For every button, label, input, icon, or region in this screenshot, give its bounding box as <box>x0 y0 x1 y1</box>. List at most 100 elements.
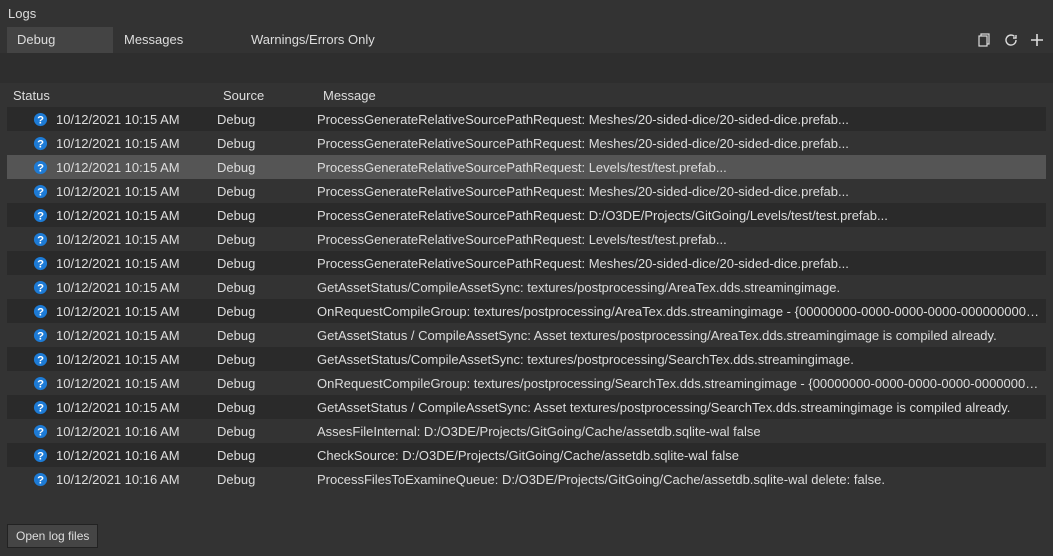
timestamp: 10/12/2021 10:16 AM <box>56 448 180 463</box>
cell-status: ? 10/12/2021 10:16 AM <box>7 424 217 439</box>
info-icon: ? <box>33 208 48 223</box>
open-log-files-button[interactable]: Open log files <box>7 524 98 548</box>
svg-text:?: ? <box>37 402 44 414</box>
cell-status: ?10/12/2021 10:15 AM <box>7 112 217 127</box>
copy-icon[interactable] <box>977 32 993 48</box>
table-row[interactable]: ?10/12/2021 10:15 AMDebugProcessGenerate… <box>7 251 1046 275</box>
svg-text:?: ? <box>37 186 44 198</box>
cell-message: ProcessGenerateRelativeSourcePathRequest… <box>317 160 1046 175</box>
cell-status: ? 10/12/2021 10:15 AM <box>7 208 217 223</box>
cell-source: Debug <box>217 400 317 415</box>
cell-status: ? 10/12/2021 10:15 AM <box>7 376 217 391</box>
svg-text:?: ? <box>37 234 44 246</box>
svg-text:?: ? <box>37 282 44 294</box>
col-header-message[interactable]: Message <box>317 88 1046 103</box>
cell-status: ? 10/12/2021 10:15 AM <box>7 400 217 415</box>
cell-source: Debug <box>217 136 317 151</box>
table-row[interactable]: ? 10/12/2021 10:16 AM DebugCheckSource: D:… <box>7 443 1046 467</box>
cell-source: Debug <box>217 160 317 175</box>
cell-message: ProcessGenerateRelativeSourcePathRequest… <box>317 232 1046 247</box>
timestamp: 10/12/2021 10:15 AM <box>56 352 180 367</box>
svg-text:?: ? <box>37 138 44 150</box>
table-row[interactable]: ?10/12/2021 10:15 AMDebugGetAssetStatus … <box>7 395 1046 419</box>
info-icon: ? <box>33 136 48 151</box>
cell-message: ProcessGenerateRelativeSourcePathRequest… <box>317 184 1046 199</box>
timestamp: 10/12/2021 10:15 AM <box>56 328 180 343</box>
cell-message: CheckSource: D:/O3DE/Projects/GitGoing/C… <box>317 448 1046 463</box>
cell-source: Debug <box>217 208 317 223</box>
svg-text:?: ? <box>37 306 44 318</box>
info-icon: ? <box>33 112 48 127</box>
svg-text:?: ? <box>37 330 44 342</box>
tab-debug[interactable]: Debug <box>7 27 113 53</box>
cell-source: Debug <box>217 304 317 319</box>
svg-text:?: ? <box>37 450 44 462</box>
cell-source: Debug <box>217 448 317 463</box>
svg-text:?: ? <box>37 378 44 390</box>
svg-text:?: ? <box>37 426 44 438</box>
info-icon: ? <box>33 304 48 319</box>
cell-source: Debug <box>217 112 317 127</box>
cell-status: ? 10/12/2021 10:15 AM <box>7 304 217 319</box>
cell-status: ? 10/12/2021 10:15 AM <box>7 256 217 271</box>
table-row[interactable]: ?10/12/2021 10:15 AMDebugProcessGenerate… <box>7 155 1046 179</box>
table-row[interactable]: ?10/12/2021 10:15 AMDebugGetAssetStatus … <box>7 323 1046 347</box>
table-row[interactable]: ?10/12/2021 10:15 AMDebugProcessGenerate… <box>7 203 1046 227</box>
refresh-icon[interactable] <box>1003 32 1019 48</box>
cell-source: Debug <box>217 376 317 391</box>
table-row[interactable]: ?10/12/2021 10:15 AMDebugProcessGenerate… <box>7 179 1046 203</box>
col-header-status[interactable]: Status <box>7 88 217 103</box>
timestamp: 10/12/2021 10:15 AM <box>56 232 180 247</box>
info-icon: ? <box>33 352 48 367</box>
cell-status: ?10/12/2021 10:15 AM <box>7 280 217 295</box>
timestamp: 10/12/2021 10:16 AM <box>56 472 180 487</box>
tab-bar: Debug Messages Warnings/Errors Only <box>0 27 1053 53</box>
svg-text:?: ? <box>37 474 44 486</box>
table-row[interactable]: ? 10/12/2021 10:15 AM DebugOnRequestCompil… <box>7 299 1046 323</box>
col-header-source[interactable]: Source <box>217 88 317 103</box>
svg-text:?: ? <box>37 258 44 270</box>
table-row[interactable]: ? 10/12/2021 10:15 AM DebugOnRequestCompil… <box>7 371 1046 395</box>
cell-message: OnRequestCompileGroup: textures/postproc… <box>317 304 1046 319</box>
table-row[interactable]: ? 10/12/2021 10:16 AM DebugProcessFilesToE… <box>7 467 1046 491</box>
log-table: Status Source Message ?10/12/2021 10:15 … <box>7 83 1046 491</box>
table-header: Status Source Message <box>7 83 1046 107</box>
info-icon: ? <box>33 448 48 463</box>
add-icon[interactable] <box>1029 32 1045 48</box>
table-row[interactable]: ?10/12/2021 10:15 AMDebugProcessGenerate… <box>7 227 1046 251</box>
cell-status: ?10/12/2021 10:15 AM <box>7 160 217 175</box>
info-icon: ? <box>33 280 48 295</box>
cell-source: Debug <box>217 424 317 439</box>
cell-status: ? 10/12/2021 10:16 AM <box>7 472 217 487</box>
tab-messages[interactable]: Messages <box>114 27 240 53</box>
info-icon: ? <box>33 472 48 487</box>
tab-warnings-errors[interactable]: Warnings/Errors Only <box>241 27 429 53</box>
svg-text:?: ? <box>37 210 44 222</box>
table-row[interactable]: ?10/12/2021 10:15 AMDebugGetAssetStatus/… <box>7 275 1046 299</box>
timestamp: 10/12/2021 10:16 AM <box>56 424 180 439</box>
cell-message: OnRequestCompileGroup: textures/postproc… <box>317 376 1046 391</box>
cell-status: ?10/12/2021 10:15 AM <box>7 136 217 151</box>
timestamp: 10/12/2021 10:15 AM <box>56 376 180 391</box>
cell-message: ProcessFilesToExamineQueue: D:/O3DE/Proj… <box>317 472 1046 487</box>
cell-status: ?10/12/2021 10:15 AM <box>7 184 217 199</box>
cell-message: GetAssetStatus/CompileAssetSync: texture… <box>317 280 1046 295</box>
timestamp: 10/12/2021 10:15 AM <box>56 208 180 223</box>
timestamp: 10/12/2021 10:15 AM <box>56 400 180 415</box>
cell-message: GetAssetStatus / CompileAssetSync: Asset… <box>317 328 1046 343</box>
cell-status: ? 10/12/2021 10:15 AM <box>7 352 217 367</box>
info-icon: ? <box>33 424 48 439</box>
timestamp: 10/12/2021 10:15 AM <box>56 304 180 319</box>
info-icon: ? <box>33 376 48 391</box>
timestamp: 10/12/2021 10:15 AM <box>56 160 180 175</box>
table-row[interactable]: ?10/12/2021 10:16 AMDebugAssesFileIntern… <box>7 419 1046 443</box>
panel-title: Logs <box>0 0 1053 27</box>
table-row[interactable]: ?10/12/2021 10:15 AMDebugProcessGenerate… <box>7 131 1046 155</box>
timestamp: 10/12/2021 10:15 AM <box>56 256 180 271</box>
content-gap <box>0 53 1053 83</box>
cell-source: Debug <box>217 472 317 487</box>
info-icon: ? <box>33 400 48 415</box>
table-row[interactable]: ?10/12/2021 10:15 AMDebugProcessGenerate… <box>7 107 1046 131</box>
table-row[interactable]: ?10/12/2021 10:15 AMDebugGetAssetStatus/… <box>7 347 1046 371</box>
cell-source: Debug <box>217 280 317 295</box>
